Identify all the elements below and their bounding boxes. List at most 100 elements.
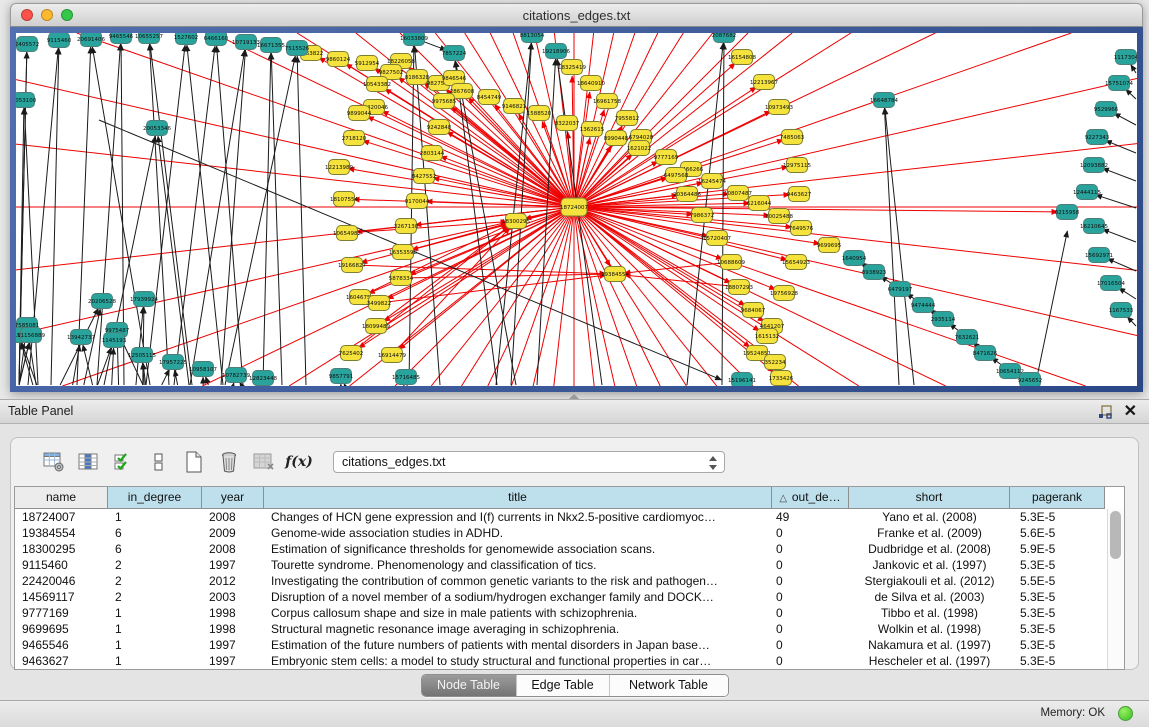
graph-node[interactable]: 8454749 xyxy=(477,90,502,105)
column-header-in_degree[interactable]: in_degree xyxy=(108,487,202,509)
cell-short[interactable]: Stergiakouli et al. (2012) xyxy=(849,573,1010,589)
graph-node[interactable]: 8813054 xyxy=(520,33,545,43)
cell-in_degree[interactable]: 6 xyxy=(108,541,202,557)
graph-node[interactable]: 16210645 xyxy=(1080,219,1108,234)
table-row[interactable]: 1872400712008Changes of HCN gene express… xyxy=(15,509,1124,525)
graph-node[interactable]: 9857791 xyxy=(329,369,354,384)
network-canvas[interactable]: 1872400718325419186409101696175879558128… xyxy=(16,33,1137,386)
cell-year[interactable]: 2012 xyxy=(202,573,264,589)
unselect-all-icon[interactable] xyxy=(146,449,172,475)
cell-name[interactable]: 18724007 xyxy=(15,509,108,525)
graph-node[interactable]: 6466160 xyxy=(204,33,229,46)
cell-name[interactable]: 18300295 xyxy=(15,541,108,557)
graph-node[interactable]: 2718120 xyxy=(342,131,367,146)
graph-node[interactable]: 15716485 xyxy=(392,370,420,385)
cell-year[interactable]: 1997 xyxy=(202,637,264,653)
cell-year[interactable]: 1998 xyxy=(202,605,264,621)
table-row[interactable]: 911546021997Tourette syndrome. Phenomeno… xyxy=(15,557,1124,573)
cell-out_degree[interactable]: 49 xyxy=(772,509,849,525)
delete-icon[interactable] xyxy=(216,449,242,475)
cell-out_degree[interactable]: 0 xyxy=(772,637,849,653)
column-header-title[interactable]: title xyxy=(264,487,772,509)
graph-node[interactable]: 1733426 xyxy=(769,371,794,386)
cell-year[interactable]: 1998 xyxy=(202,621,264,637)
graph-node[interactable]: 7632621 xyxy=(955,330,980,345)
cell-title[interactable]: Structural magnetic resonance image aver… xyxy=(264,621,772,637)
graph-node[interactable]: 2803144 xyxy=(420,146,445,161)
graph-node[interactable]: 12444115 xyxy=(1073,185,1101,200)
graph-node[interactable]: 9463627 xyxy=(787,187,812,202)
graph-node[interactable]: 18325419 xyxy=(558,60,586,75)
graph-node[interactable]: 9474444 xyxy=(911,298,936,313)
graph-node[interactable]: 8471626 xyxy=(973,346,998,361)
graph-node[interactable]: 9699695 xyxy=(817,238,842,253)
cell-pagerank[interactable]: 5.3E-5 xyxy=(1010,589,1105,605)
graph-node[interactable]: 7649576 xyxy=(789,221,814,236)
graph-node[interactable]: 12975115 xyxy=(783,158,811,173)
graph-node[interactable]: 12823448 xyxy=(249,371,277,386)
graph-node[interactable]: 9465546 xyxy=(109,33,134,44)
cell-in_degree[interactable]: 1 xyxy=(108,653,202,669)
graph-node[interactable]: 1117304 xyxy=(1114,50,1137,65)
new-file-icon[interactable] xyxy=(181,449,207,475)
cell-short[interactable]: de Silva et al. (2003) xyxy=(849,589,1010,605)
graph-node[interactable]: 8938923 xyxy=(862,265,887,280)
table-row[interactable]: 946554611997Estimation of the future num… xyxy=(15,637,1124,653)
cell-in_degree[interactable]: 2 xyxy=(108,573,202,589)
cell-out_degree[interactable]: 0 xyxy=(772,557,849,573)
graph-node[interactable]: 10958107 xyxy=(189,362,217,377)
cell-short[interactable]: Dudbridge et al. (2008) xyxy=(849,541,1010,557)
graph-node[interactable]: 12505115 xyxy=(128,348,156,363)
cell-out_degree[interactable]: 0 xyxy=(772,605,849,621)
graph-node[interactable]: 15751074 xyxy=(1105,76,1133,91)
cell-year[interactable]: 2008 xyxy=(202,509,264,525)
graph-node[interactable]: 10543382 xyxy=(363,77,391,92)
graph-node[interactable]: 1588520 xyxy=(527,106,552,121)
tab-edge-table[interactable]: Edge Table xyxy=(516,675,609,696)
cell-name[interactable]: 9115460 xyxy=(15,557,108,573)
cell-title[interactable]: Corpus callosum shape and size in male p… xyxy=(264,605,772,621)
cell-out_degree[interactable]: 0 xyxy=(772,621,849,637)
graph-node[interactable]: 9146821 xyxy=(502,99,527,114)
graph-node[interactable]: 9529966 xyxy=(1094,102,1119,117)
graph-node[interactable]: 9975685 xyxy=(432,94,457,109)
graph-node[interactable]: 16154808 xyxy=(728,50,756,65)
cell-out_degree[interactable]: 0 xyxy=(772,653,849,669)
graph-node[interactable]: 10654982 xyxy=(333,226,361,241)
zoom-window-button[interactable] xyxy=(61,9,73,21)
graph-node[interactable]: 15692971 xyxy=(1085,248,1113,263)
column-header-out_degree[interactable]: △ out_de… xyxy=(772,487,849,509)
cell-year[interactable]: 1997 xyxy=(202,557,264,573)
graph-node[interactable]: 7955812 xyxy=(615,111,640,126)
graph-node[interactable]: 6216044 xyxy=(747,196,772,211)
graph-node[interactable]: 20364486 xyxy=(673,187,701,202)
graph-node[interactable]: 9115460 xyxy=(47,33,72,48)
graph-node[interactable]: 16245474 xyxy=(698,174,726,189)
graph-node[interactable]: 15720407 xyxy=(703,231,731,246)
graph-node[interactable]: 8215958 xyxy=(1055,205,1080,220)
cell-in_degree[interactable]: 1 xyxy=(108,621,202,637)
column-header-pagerank[interactable]: pagerank xyxy=(1010,487,1105,509)
column-header-short[interactable]: short xyxy=(849,487,1010,509)
cell-name[interactable]: 9463627 xyxy=(15,653,108,669)
cell-pagerank[interactable]: 5.3E-5 xyxy=(1010,557,1105,573)
graph-node[interactable]: 11156889 xyxy=(17,328,45,343)
cell-title[interactable]: Embryonic stem cells: a model to study s… xyxy=(264,653,772,669)
cell-short[interactable]: Wolkin et al. (1998) xyxy=(849,621,1010,637)
table-scrollbar[interactable] xyxy=(1107,509,1124,670)
graph-node[interactable]: 19384554 xyxy=(601,267,629,282)
cell-year[interactable]: 2008 xyxy=(202,541,264,557)
cell-name[interactable]: 14569117 xyxy=(15,589,108,605)
close-panel-icon[interactable]: ✕ xyxy=(1124,402,1137,422)
cell-in_degree[interactable]: 1 xyxy=(108,605,202,621)
graph-node[interactable]: 5878334 xyxy=(389,271,414,286)
cell-name[interactable]: 19384554 xyxy=(15,525,108,541)
table-row[interactable]: 1830029562008Estimation of significance … xyxy=(15,541,1124,557)
cell-pagerank[interactable]: 5.9E-5 xyxy=(1010,541,1105,557)
float-panel-icon[interactable] xyxy=(1097,404,1113,420)
graph-node[interactable]: 1640954 xyxy=(842,251,867,266)
minimize-window-button[interactable] xyxy=(41,9,53,21)
graph-node[interactable]: 9777169 xyxy=(654,150,679,165)
cell-in_degree[interactable]: 6 xyxy=(108,525,202,541)
graph-node[interactable]: 8990448 xyxy=(604,131,629,146)
